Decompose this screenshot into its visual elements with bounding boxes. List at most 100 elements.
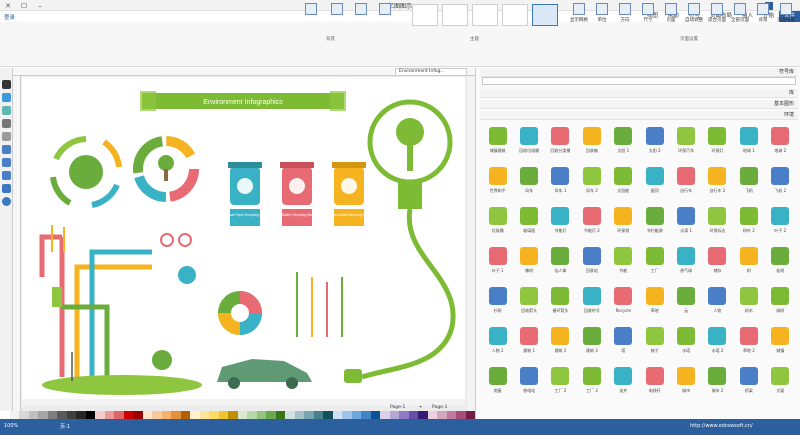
palette-swatch[interactable] xyxy=(190,411,200,419)
palette-swatch[interactable] xyxy=(209,411,219,419)
library-symbol[interactable]: 储存 xyxy=(702,245,733,285)
library-symbol[interactable]: 工厂 3 xyxy=(576,365,607,405)
library-symbol[interactable]: 节能灯 2 xyxy=(576,205,607,245)
library-symbol[interactable]: 油井 xyxy=(608,365,639,405)
palette-swatch[interactable] xyxy=(19,411,29,419)
palette-swatch[interactable] xyxy=(304,411,314,419)
library-symbol[interactable]: 节能 xyxy=(608,245,639,285)
library-symbol[interactable]: 建筑 1 xyxy=(513,325,544,365)
palette-swatch[interactable] xyxy=(237,411,247,419)
library-symbol[interactable]: 风车 2 xyxy=(576,165,607,205)
palette-swatch[interactable] xyxy=(218,411,228,419)
library-symbol[interactable]: 人物 xyxy=(702,285,733,325)
ribbon-connector-button[interactable] xyxy=(350,3,372,33)
library-symbol[interactable]: 梯子 xyxy=(639,325,670,365)
ribbon-unit-button[interactable]: 单位 xyxy=(591,3,613,33)
library-section-environment[interactable]: 环境 xyxy=(480,111,798,120)
library-symbol[interactable]: 回收箱 xyxy=(576,125,607,165)
library-symbol[interactable]: 飞机 2 xyxy=(765,165,796,205)
library-symbol[interactable]: 太阳能 xyxy=(608,165,639,205)
comment-tool-icon[interactable] xyxy=(2,171,11,180)
palette-swatch[interactable] xyxy=(247,411,257,419)
theme-thumb-4[interactable] xyxy=(442,4,468,26)
palette-swatch[interactable] xyxy=(142,411,152,419)
library-symbol[interactable]: 热气球 xyxy=(670,245,701,285)
ribbon-text-button[interactable] xyxy=(326,3,348,33)
ribbon-bg-button[interactable] xyxy=(300,3,322,33)
page-tab-1[interactable]: Page-1 xyxy=(390,405,405,410)
color-palette[interactable] xyxy=(0,411,475,419)
ribbon-orientation-button[interactable]: 方向 xyxy=(614,3,636,33)
theme-thumb-5[interactable] xyxy=(412,4,438,26)
palette-swatch[interactable] xyxy=(95,411,105,419)
library-symbol[interactable]: 回收符号 xyxy=(576,285,607,325)
library-symbol[interactable]: 桥梁 xyxy=(733,365,764,405)
library-symbol[interactable]: 城镇 xyxy=(765,325,796,365)
library-symbol[interactable]: 房屋 xyxy=(482,365,513,405)
palette-swatch[interactable] xyxy=(418,411,428,419)
drawing-page[interactable]: Environment Infographics Waste Paper Rec… xyxy=(22,77,465,399)
library-symbol[interactable]: 城镇建筑 xyxy=(482,125,513,165)
library-symbol[interactable]: 建筑 3 xyxy=(576,325,607,365)
library-symbol[interactable]: 环保袋 xyxy=(608,205,639,245)
library-symbol[interactable]: Recycle xyxy=(608,285,639,325)
connector-tool-icon[interactable] xyxy=(2,119,11,128)
library-symbol[interactable]: 树木 xyxy=(733,285,764,325)
palette-swatch[interactable] xyxy=(266,411,276,419)
library-section-basic[interactable]: 基本图形 xyxy=(480,100,798,109)
maximize-icon[interactable]: ☐ xyxy=(16,0,32,11)
library-symbol[interactable]: 城市 xyxy=(670,365,701,405)
ribbon-color-button[interactable] xyxy=(374,3,396,33)
library-symbol[interactable]: 工厂 2 xyxy=(545,365,576,405)
library-symbol[interactable]: 自行车 2 xyxy=(702,165,733,205)
palette-swatch[interactable] xyxy=(285,411,295,419)
palette-swatch[interactable] xyxy=(427,411,437,419)
palette-swatch[interactable] xyxy=(437,411,447,419)
zoom-level[interactable]: 100% xyxy=(4,423,18,429)
library-symbol[interactable]: 水滴 1 xyxy=(670,205,701,245)
ribbon-size-button[interactable]: 尺寸 xyxy=(637,3,659,33)
palette-swatch[interactable] xyxy=(446,411,456,419)
library-symbol[interactable]: 屋顶 xyxy=(639,165,670,205)
ribbon-auto-adjust-button[interactable]: 自动调整 xyxy=(683,3,705,33)
palette-swatch[interactable] xyxy=(38,411,48,419)
library-symbol[interactable]: 回收站 xyxy=(576,245,607,285)
palette-swatch[interactable] xyxy=(180,411,190,419)
ribbon-page-setup-button[interactable]: 页面设置 xyxy=(775,3,797,33)
login-link[interactable]: 登录 xyxy=(4,13,15,21)
add-page-icon[interactable]: + xyxy=(419,405,423,410)
palette-swatch[interactable] xyxy=(0,411,10,419)
library-symbol[interactable]: 云 xyxy=(670,285,701,325)
library-symbol[interactable]: 地球 2 xyxy=(765,125,796,165)
library-symbol[interactable]: 节约能源 xyxy=(639,205,670,245)
library-symbol[interactable]: 草地 xyxy=(639,285,670,325)
library-symbol[interactable]: 太阳 1 xyxy=(608,125,639,165)
palette-swatch[interactable] xyxy=(47,411,57,419)
library-section-library[interactable]: 库 xyxy=(480,89,798,98)
library-symbol[interactable]: 大厦 xyxy=(765,365,796,405)
palette-swatch[interactable] xyxy=(228,411,238,419)
ribbon-fit-page-button[interactable]: 适合页面 xyxy=(706,3,728,33)
palette-swatch[interactable] xyxy=(123,411,133,419)
vertical-scrollbar[interactable] xyxy=(467,77,475,411)
palette-swatch[interactable] xyxy=(171,411,181,419)
palette-swatch[interactable] xyxy=(351,411,361,419)
palette-swatch[interactable] xyxy=(313,411,323,419)
library-symbol[interactable]: 核电站 xyxy=(513,365,544,405)
palette-swatch[interactable] xyxy=(133,411,143,419)
library-symbol[interactable]: 水塔 xyxy=(670,325,701,365)
library-symbol[interactable]: 风车 xyxy=(513,165,544,205)
palette-swatch[interactable] xyxy=(323,411,333,419)
layer-tool-icon[interactable] xyxy=(2,158,11,167)
library-symbol[interactable]: 松树 xyxy=(765,245,796,285)
library-symbol[interactable]: 自行车 xyxy=(670,165,701,205)
library-symbol[interactable]: 工厂 xyxy=(639,245,670,285)
palette-swatch[interactable] xyxy=(370,411,380,419)
palette-swatch[interactable] xyxy=(256,411,266,419)
library-symbol[interactable]: 塔 xyxy=(608,325,639,365)
library-symbol[interactable]: 太阳 2 xyxy=(639,125,670,165)
library-symbol[interactable]: 地球 1 xyxy=(733,125,764,165)
library-symbol[interactable]: 玻璃瓶 xyxy=(513,205,544,245)
library-symbol[interactable]: 飞机 xyxy=(733,165,764,205)
library-symbol[interactable]: 绿树 xyxy=(765,285,796,325)
